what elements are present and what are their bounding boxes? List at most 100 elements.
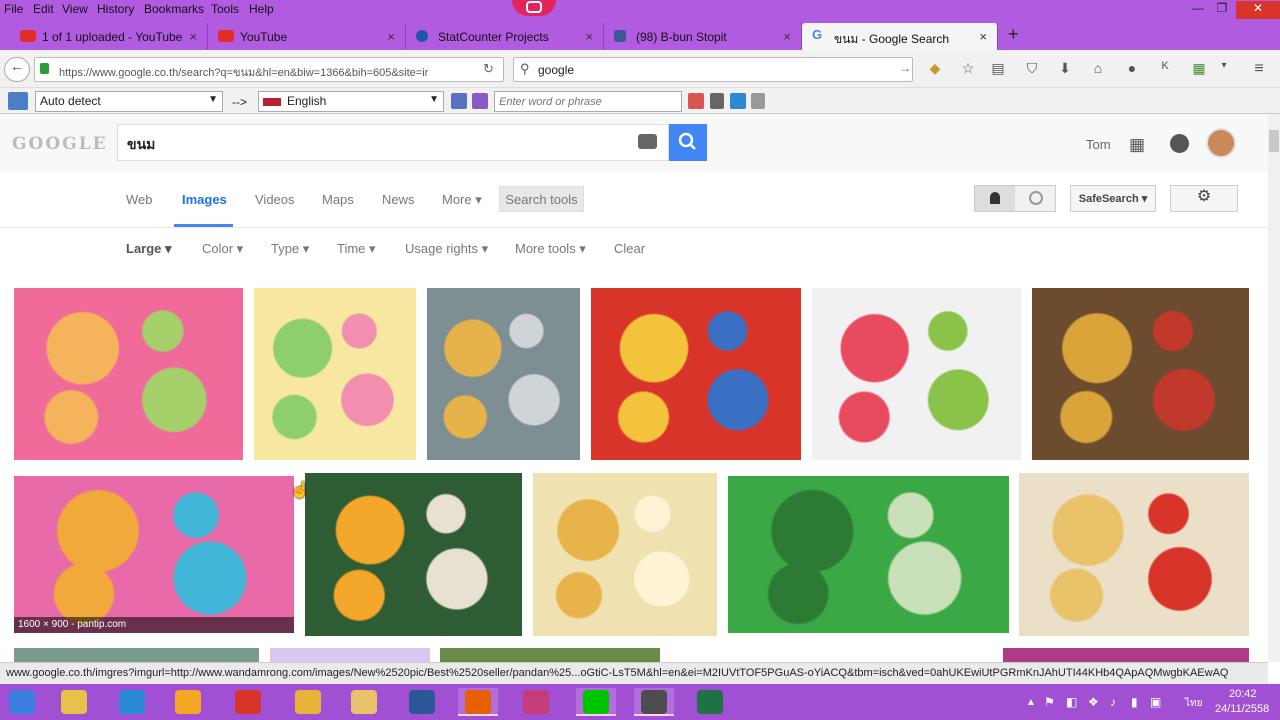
filter-type[interactable]: Type ▾ — [271, 241, 309, 257]
taskbar-firefox-button[interactable] — [458, 688, 498, 716]
camera-icon[interactable] — [638, 134, 657, 149]
notifications-icon[interactable] — [1170, 134, 1189, 153]
taskbar-search-app-button[interactable] — [344, 688, 384, 716]
image-result[interactable] — [14, 288, 243, 460]
image-result[interactable] — [533, 473, 717, 636]
new-tab-button[interactable]: + — [1008, 24, 1019, 45]
filter-color[interactable]: Color ▾ — [202, 241, 243, 257]
taskbar-file-explorer-button[interactable] — [54, 688, 94, 716]
user-name[interactable]: Tom — [1086, 137, 1111, 152]
tab-close-icon[interactable]: × — [979, 29, 987, 44]
image-result[interactable] — [728, 476, 1009, 633]
tab-statcounter[interactable]: StatCounter Projects × — [406, 23, 604, 50]
image-result[interactable] — [1032, 288, 1249, 460]
chat-icon[interactable]: ● — [1122, 60, 1142, 78]
flag-tray-icon[interactable]: ⚑ — [1044, 695, 1055, 709]
taskbar-word-button[interactable] — [402, 688, 442, 716]
menu-history[interactable]: History — [97, 2, 134, 16]
taskbar-media-button[interactable] — [112, 688, 152, 716]
settings-small-icon[interactable] — [751, 93, 765, 109]
google-logo[interactable]: GOOGLE — [12, 134, 108, 154]
tab-google-search[interactable]: G ขนม - Google Search × — [802, 23, 998, 50]
menu-view[interactable]: View — [62, 2, 88, 16]
dictionary-icon[interactable] — [688, 93, 704, 109]
input-language-indicator[interactable]: ไทย — [1185, 696, 1202, 711]
reading-list-icon[interactable]: ▤ — [988, 60, 1008, 78]
menu-file[interactable]: File — [4, 2, 23, 16]
search-tools-button[interactable]: Search tools — [499, 186, 584, 212]
tab-facebook[interactable]: (98) B-bun Stopit × — [604, 23, 802, 50]
reload-icon[interactable]: ↻ — [483, 61, 494, 77]
image-result-partial[interactable] — [1003, 648, 1249, 662]
filter-clear[interactable]: Clear — [614, 241, 645, 256]
show-hidden-icons[interactable]: ▲ — [1026, 697, 1036, 708]
settings-button[interactable]: ⚙ — [1170, 185, 1238, 212]
translator-logo-icon[interactable] — [8, 92, 28, 110]
menu-bookmarks[interactable]: Bookmarks — [144, 2, 204, 16]
browser-search-box[interactable]: ⚲ google → — [513, 57, 913, 82]
home-icon[interactable]: ⌂ — [1088, 60, 1108, 78]
tab-maps[interactable]: Maps — [322, 192, 354, 207]
safesearch-button[interactable]: SafeSearch ▾ — [1070, 185, 1156, 212]
filter-size[interactable]: Large ▾ — [126, 241, 172, 257]
tab-images[interactable]: Images — [182, 192, 227, 207]
translate-word-input[interactable] — [494, 91, 682, 112]
apps-grid-icon[interactable]: ▦ — [1129, 135, 1145, 155]
hamburger-menu-icon[interactable]: ≡ — [1249, 60, 1269, 78]
taskbar-excel-button[interactable] — [690, 688, 730, 716]
source-language-select[interactable]: Auto detect ▼ — [35, 91, 223, 112]
target-language-select[interactable]: English ▼ — [258, 91, 444, 112]
close-window-button[interactable]: ✕ — [1236, 1, 1280, 19]
extension-icon[interactable]: ◆ — [925, 60, 945, 78]
maximize-button[interactable]: ❐ — [1210, 1, 1234, 19]
tab-more[interactable]: More ▾ — [442, 192, 482, 208]
image-result[interactable] — [254, 288, 416, 460]
download-icon[interactable]: ⬇ — [1055, 60, 1075, 78]
tab-close-icon[interactable]: × — [387, 29, 395, 44]
google-search-input[interactable]: ขนม — [117, 124, 669, 161]
tab-close-icon[interactable]: × — [783, 29, 791, 44]
image-result[interactable] — [305, 473, 522, 636]
tab-youtube[interactable]: YouTube × — [208, 23, 406, 50]
taskbar-chrome-button[interactable] — [288, 688, 328, 716]
vertical-scrollbar[interactable] — [1268, 114, 1280, 662]
speak-icon[interactable] — [730, 93, 746, 109]
image-result[interactable] — [591, 288, 801, 460]
google-search-button[interactable] — [669, 124, 707, 161]
tab-web[interactable]: Web — [126, 192, 153, 207]
pocket-icon[interactable]: ⛉ — [1022, 60, 1042, 78]
tab-news[interactable]: News — [382, 192, 415, 207]
network-icon[interactable]: ▮ — [1131, 695, 1138, 709]
menu-edit[interactable]: Edit — [33, 2, 54, 16]
filter-time[interactable]: Time ▾ — [337, 241, 376, 257]
filter-usage-rights[interactable]: Usage rights ▾ — [405, 241, 488, 257]
antivirus-tray-icon[interactable]: ◧ — [1066, 695, 1077, 709]
menu-tools[interactable]: Tools — [211, 2, 239, 16]
bookmark-star-icon[interactable]: ☆ — [958, 60, 978, 78]
taskbar-recorder-button[interactable] — [634, 688, 674, 716]
tab-close-icon[interactable]: × — [189, 29, 197, 44]
clipboard-icon[interactable] — [710, 93, 724, 109]
dropbox-tray-icon[interactable]: ❖ — [1088, 695, 1099, 709]
image-result-partial[interactable] — [14, 648, 259, 662]
taskbar-windows-button[interactable] — [2, 688, 42, 716]
tab-videos[interactable]: Videos — [255, 192, 295, 207]
tab-close-icon[interactable]: × — [585, 29, 593, 44]
clock-date[interactable]: 24/11/2558 — [1215, 703, 1269, 715]
volume-icon[interactable]: ♪ — [1110, 695, 1116, 709]
minimize-button[interactable]: — — [1186, 1, 1210, 19]
globe-icon[interactable] — [1029, 191, 1043, 205]
clock-time[interactable]: 20:42 — [1229, 688, 1257, 700]
avatar[interactable] — [1206, 128, 1236, 158]
taskbar-app-orange-button[interactable] — [168, 688, 208, 716]
image-result-partial[interactable] — [440, 648, 660, 662]
taskbar-line-button[interactable] — [576, 688, 616, 716]
tab-youtube-upload[interactable]: 1 of 1 uploaded - YouTube × — [10, 23, 208, 50]
menu-help[interactable]: Help — [249, 2, 274, 16]
flash-tray-icon[interactable]: ▣ — [1150, 695, 1161, 709]
addon-dropdown-icon[interactable]: ▾ — [1214, 60, 1234, 78]
taskbar-app-pink-button[interactable] — [516, 688, 556, 716]
image-result[interactable] — [1019, 473, 1249, 636]
image-result-partial[interactable] — [270, 648, 430, 662]
url-bar[interactable]: https://www.google.co.th/search?q=ขนม&hl… — [34, 57, 504, 82]
